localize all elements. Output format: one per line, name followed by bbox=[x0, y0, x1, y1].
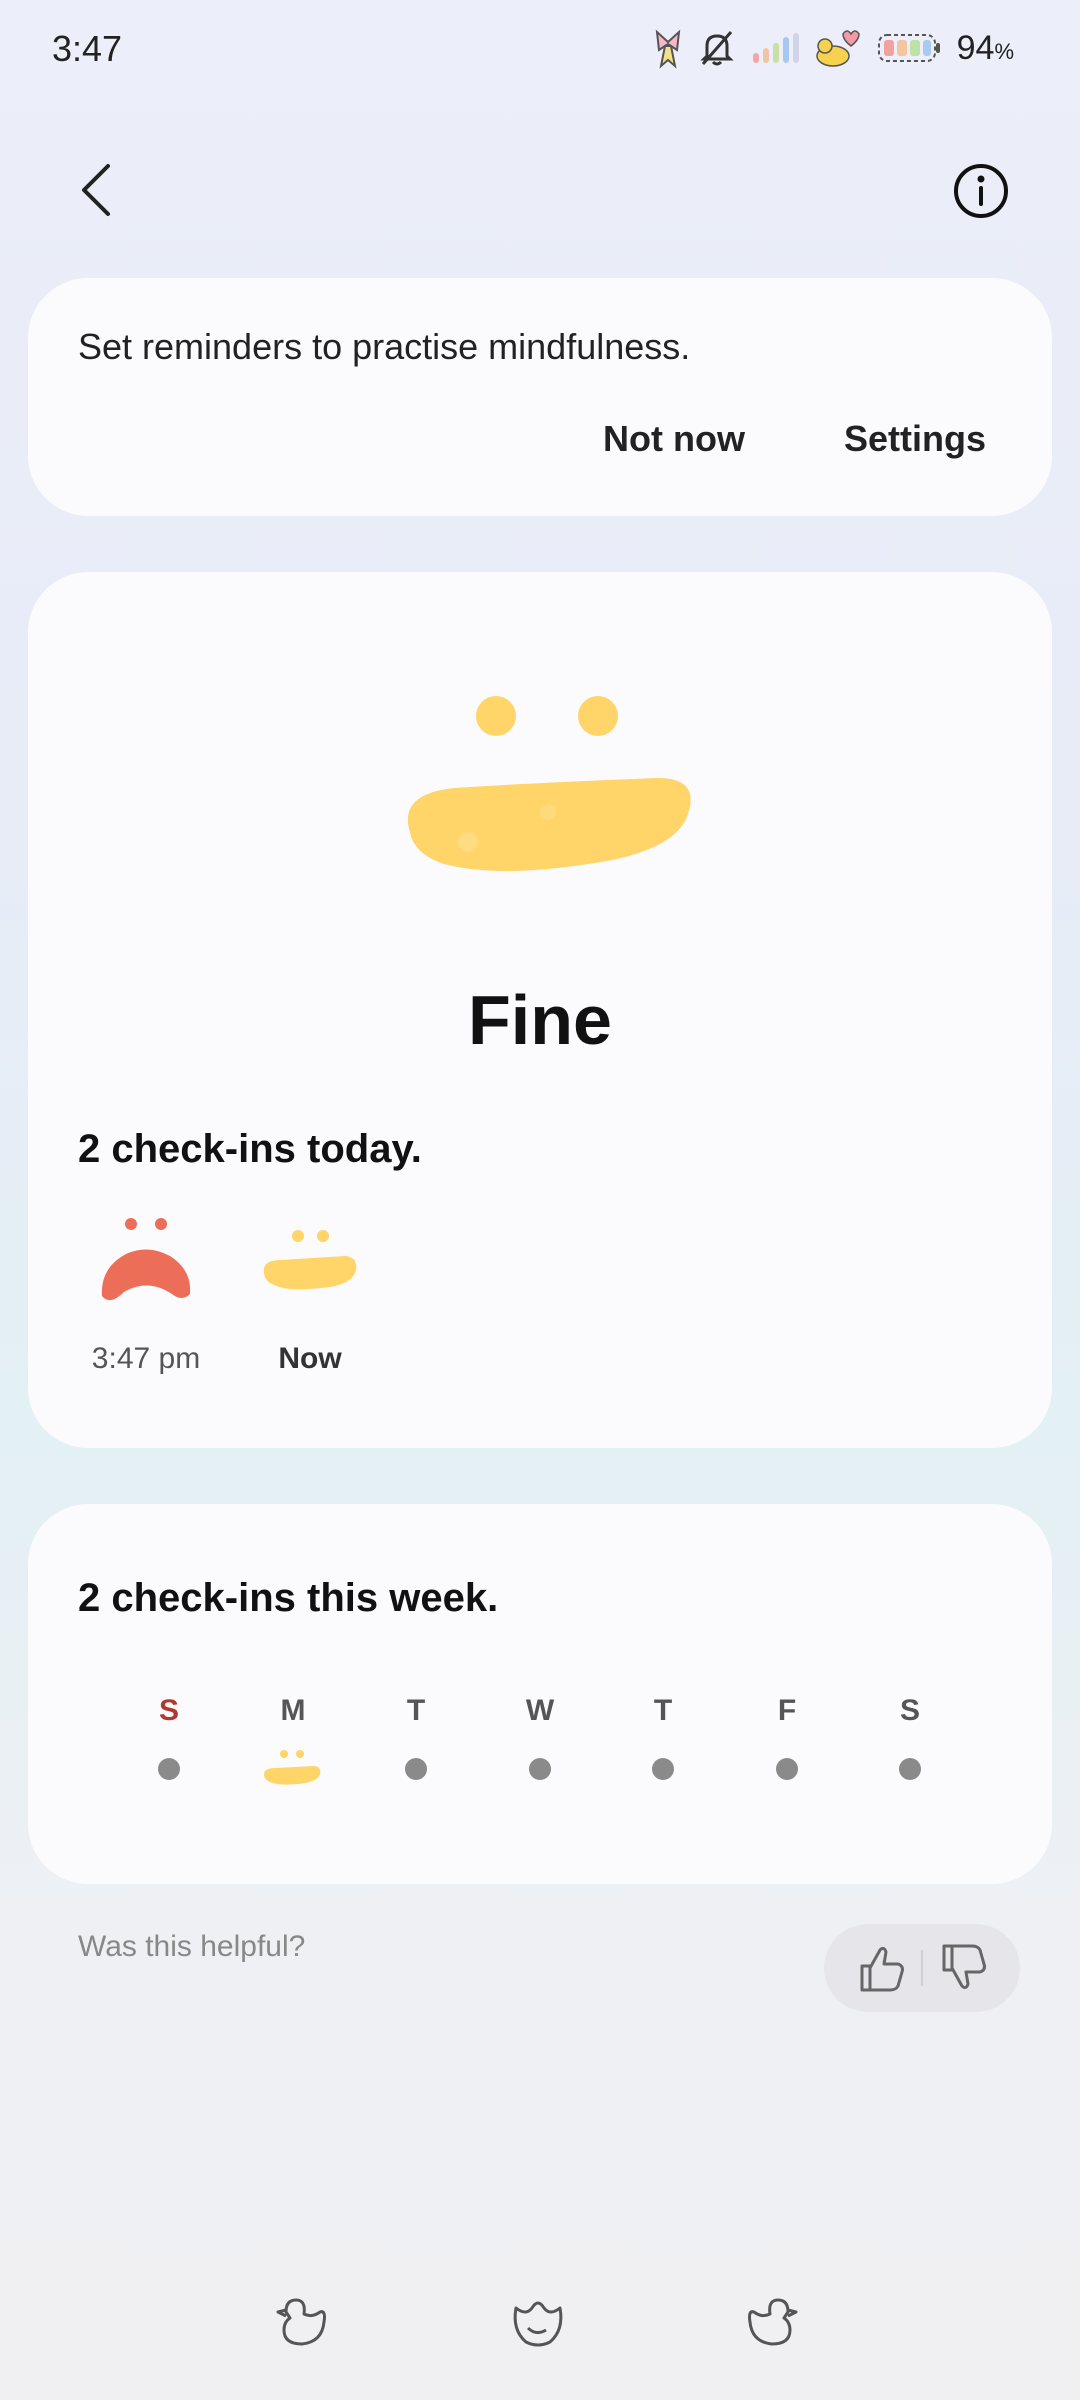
day-empty-dot bbox=[776, 1758, 798, 1780]
week-card: 2 check-ins this week. S M T W T F S bbox=[28, 1504, 1052, 1884]
checkin-time-now: Now bbox=[278, 1342, 342, 1375]
settings-button[interactable]: Settings bbox=[844, 418, 986, 460]
bow-sticker-icon bbox=[655, 29, 680, 69]
info-button[interactable] bbox=[948, 158, 1014, 224]
signal-icon bbox=[752, 33, 799, 63]
day-empty-dot bbox=[529, 1758, 551, 1780]
day-letter: S bbox=[158, 1694, 179, 1727]
fine-face-icon bbox=[263, 1230, 357, 1290]
day-empty-dot bbox=[899, 1758, 921, 1780]
not-now-button[interactable]: Not now bbox=[603, 418, 745, 460]
checkin-item[interactable]: Now bbox=[245, 1212, 375, 1376]
fine-face-icon bbox=[407, 696, 691, 871]
feedback-pill bbox=[824, 1924, 1020, 2012]
day-letter: F bbox=[777, 1694, 797, 1727]
day-friday[interactable]: F bbox=[747, 1694, 827, 1780]
duck-right-nav-icon[interactable] bbox=[738, 2290, 802, 2354]
today-checkins-heading: 2 check-ins today. bbox=[78, 1127, 422, 1171]
helpful-question: Was this helpful? bbox=[78, 1930, 306, 1963]
thumbs-up-icon[interactable] bbox=[852, 1938, 912, 1998]
status-bar: 3:47 94% bbox=[0, 0, 1080, 100]
day-empty-dot bbox=[652, 1758, 674, 1780]
day-letter: T bbox=[653, 1694, 673, 1727]
mood-title: Fine bbox=[468, 981, 612, 1059]
day-empty-dot bbox=[405, 1758, 427, 1780]
day-saturday[interactable]: S bbox=[870, 1694, 950, 1780]
status-icons: 94% bbox=[653, 26, 1014, 70]
mute-bell-icon bbox=[699, 31, 734, 66]
reminder-card: Set reminders to practise mindfulness. N… bbox=[28, 278, 1052, 516]
thumbs-down-icon[interactable] bbox=[934, 1938, 994, 1998]
day-tuesday[interactable]: T bbox=[376, 1694, 456, 1780]
reminder-text: Set reminders to practise mindfulness. bbox=[78, 326, 691, 367]
today-mood-card: Fine 2 check-ins today. 3:47 pm Now bbox=[28, 572, 1052, 1448]
day-letter: S bbox=[899, 1694, 920, 1727]
battery-icon bbox=[877, 34, 940, 62]
feedback-divider bbox=[921, 1950, 923, 1986]
fine-face-icon bbox=[264, 1750, 321, 1785]
day-thursday[interactable]: T bbox=[623, 1694, 703, 1780]
sad-face-icon bbox=[101, 1218, 191, 1301]
week-checkins-heading: 2 check-ins this week. bbox=[78, 1576, 499, 1620]
bottom-nav bbox=[0, 2290, 1080, 2370]
day-letter: W bbox=[525, 1694, 555, 1727]
back-button[interactable] bbox=[62, 150, 132, 230]
day-letter: M bbox=[280, 1694, 306, 1727]
day-sunday[interactable]: S bbox=[129, 1694, 209, 1780]
day-letter: T bbox=[406, 1694, 426, 1727]
battery-percent: 94% bbox=[956, 28, 1014, 67]
tulip-nav-icon[interactable] bbox=[506, 2290, 570, 2354]
day-monday[interactable]: M bbox=[253, 1694, 333, 1794]
status-time: 3:47 bbox=[52, 28, 123, 69]
duck-nav-icon[interactable] bbox=[272, 2290, 336, 2354]
checkin-item[interactable]: 3:47 pm bbox=[81, 1212, 211, 1376]
checkin-time: 3:47 pm bbox=[91, 1342, 201, 1375]
day-wednesday[interactable]: W bbox=[500, 1694, 580, 1780]
duck-heart-sticker-icon bbox=[815, 30, 860, 67]
day-empty-dot bbox=[158, 1758, 180, 1780]
